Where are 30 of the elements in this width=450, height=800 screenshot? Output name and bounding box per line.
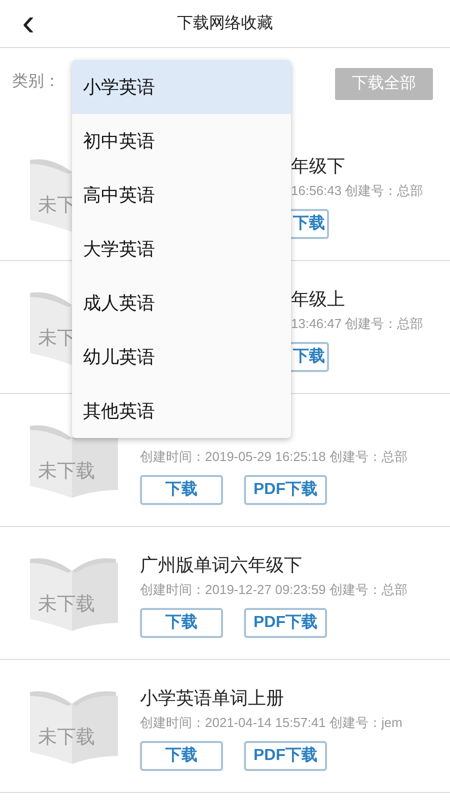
download-status: 未下载 [38,460,95,484]
item-meta: 创建时间：2021-04-14 15:57:41 创建号：jem [140,714,402,732]
download-button[interactable]: 下载 [140,608,223,638]
back-button[interactable]: ‹ [22,4,35,42]
menu-item[interactable]: 其他英语 [72,384,291,438]
menu-item[interactable]: 高中英语 [72,168,291,222]
item-title: 年级上 [291,288,346,312]
menu-item[interactable]: 大学英语 [72,222,291,276]
menu-item[interactable]: 成人英语 [72,276,291,330]
download-button[interactable]: PDF下载 [244,474,327,505]
menu-item[interactable]: 幼儿英语 [72,330,291,384]
download-button[interactable]: 下载 [140,474,223,505]
menu-item[interactable]: 初中英语 [72,114,291,168]
download-button[interactable]: 下载 [291,208,329,239]
item-title: 年级下 [291,155,346,178]
category-label: 类别： [12,72,60,92]
menu-item[interactable]: 小学英语 [72,60,291,114]
item-meta: 创建时间：2019-05-29 16:25:18 创建号：总部 [140,448,408,466]
download-button[interactable]: PDF下载 [244,740,327,771]
download-status: 未下载 [38,726,95,750]
item-meta: 创建时间：2019-12-27 09:23:59 创建号：总部 [140,581,408,600]
item-meta: 16:56:43 创建号：总部 [291,182,424,200]
download-button[interactable]: 下载 [291,342,329,372]
page-title: 下载网络收藏 [177,14,273,34]
download-button[interactable]: 下载 [140,740,223,771]
item-title: 广州版单词六年级下 [140,554,303,578]
download-button[interactable]: PDF下载 [244,608,327,638]
download-status: 未下载 [38,593,95,617]
item-title: 小学英语单词上册 [140,687,285,710]
item-meta: 13:46:47 创建号：总部 [291,315,424,334]
